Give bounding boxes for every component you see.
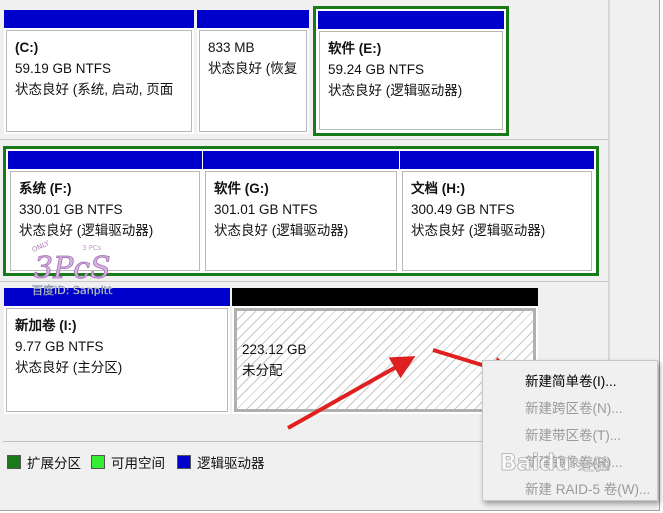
menu-new-spanned-volume[interactable]: 新建跨区卷(N)...: [525, 397, 623, 417]
menu-new-simple-volume[interactable]: 新建简单卷(I)...: [525, 370, 617, 390]
baidu-watermark-text: Baidu: [500, 451, 571, 476]
baidu-watermark: Baidu 经验: [500, 451, 611, 477]
baidu-watermark-sub: 经验: [578, 455, 610, 474]
arrow-to-unallocated: [287, 356, 416, 430]
